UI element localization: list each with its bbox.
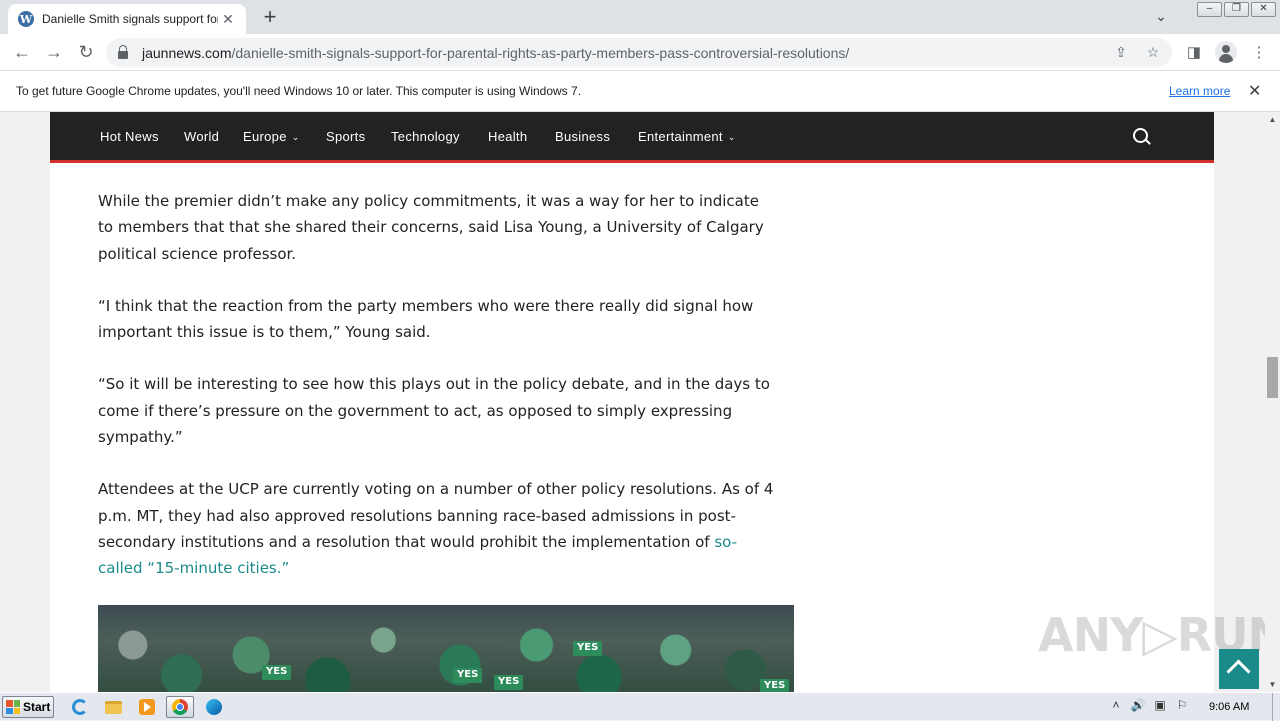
search-icon[interactable] [1133, 128, 1151, 146]
yes-sign: YES [760, 679, 790, 692]
article-paragraph: “I think that the reaction from the part… [98, 296, 754, 342]
yes-sign: YES [573, 641, 603, 656]
windows-logo-icon [6, 700, 20, 714]
article-paragraph: Attendees at the UCP are currently votin… [98, 480, 774, 578]
tab-search-icon[interactable]: ⌄ [1152, 8, 1170, 26]
update-infobar: To get future Google Chrome updates, you… [0, 71, 1280, 112]
tab-strip: W Danielle Smith signals support for 'pa… [0, 0, 1280, 34]
edge-icon[interactable] [200, 696, 228, 718]
nav-technology[interactable]: Technology [391, 129, 460, 144]
nav-entertainment[interactable]: Entertainment ⌄ [638, 129, 736, 144]
action-center-flag-icon[interactable]: ⚐ [1174, 698, 1190, 712]
network-icon[interactable]: ▣ [1152, 698, 1168, 712]
nav-hot-news[interactable]: Hot News [100, 129, 159, 144]
scroll-up-icon[interactable]: ▲ [1265, 112, 1280, 127]
reload-icon[interactable]: ↻ [74, 41, 98, 65]
window-controls: ‒ ❐ ✕ [1195, 2, 1276, 17]
page-container: Hot News World Europe ⌄ Sports Technology… [50, 112, 1214, 692]
start-button[interactable]: Start [2, 696, 54, 718]
yes-sign: YES [262, 665, 292, 680]
learn-more-link[interactable]: Learn more [1169, 84, 1230, 98]
browser-tab[interactable]: W Danielle Smith signals support for 'pa… [8, 4, 246, 34]
back-icon[interactable]: ← [10, 41, 34, 65]
new-tab-button[interactable]: + [258, 6, 282, 30]
wordpress-icon: W [18, 11, 34, 27]
article-paragraph: “So it will be interesting to see how th… [98, 375, 770, 447]
back-to-top-button[interactable] [1219, 649, 1259, 689]
windows-taskbar: Start ˄ 🔊 ▣ ⚐ 9:06 AM [0, 692, 1280, 721]
show-desktop-button[interactable] [1272, 693, 1280, 721]
system-tray: ˄ 🔊 ▣ ⚐ [1108, 698, 1190, 712]
article-paragraph: While the premier didn’t make any policy… [98, 192, 764, 263]
chevron-down-icon: ⌄ [727, 132, 736, 142]
lock-icon[interactable] [118, 44, 128, 59]
scroll-down-icon[interactable]: ▼ [1265, 677, 1280, 692]
file-explorer-icon[interactable] [99, 696, 127, 718]
internet-explorer-icon[interactable] [66, 696, 94, 718]
page-scrollbar[interactable]: ▲ ▼ [1265, 112, 1280, 692]
share-icon[interactable]: ⇪ [1112, 44, 1130, 62]
show-hidden-icons-icon[interactable]: ˄ [1108, 698, 1124, 712]
nav-europe[interactable]: Europe ⌄ [243, 129, 300, 144]
nav-business[interactable]: Business [555, 129, 610, 144]
article-photo: YES YES YES YES YES [98, 605, 794, 692]
nav-world[interactable]: World [184, 129, 219, 144]
tab-title: Danielle Smith signals support for 'pa [42, 12, 218, 26]
bookmark-star-icon[interactable]: ☆ [1144, 44, 1162, 62]
infobar-close-icon[interactable]: ✕ [1248, 81, 1261, 101]
article-body: While the premier didn’t make any policy… [98, 188, 778, 608]
side-panel-icon[interactable]: ◨ [1184, 43, 1204, 63]
nav-sports[interactable]: Sports [326, 129, 365, 144]
chrome-taskbar-icon[interactable] [166, 696, 194, 718]
page-viewport: Hot News World Europe ⌄ Sports Technology… [0, 112, 1265, 692]
media-player-icon[interactable] [133, 696, 161, 718]
infobar-message: To get future Google Chrome updates, you… [16, 84, 582, 98]
close-window-button[interactable]: ✕ [1251, 2, 1276, 17]
forward-icon[interactable]: → [42, 41, 66, 65]
browser-toolbar: ← → ↻ jaunnews.com/danielle-smith-signal… [0, 34, 1280, 71]
nav-health[interactable]: Health [488, 129, 527, 144]
address-bar[interactable]: jaunnews.com/danielle-smith-signals-supp… [106, 38, 1172, 67]
tab-close-icon[interactable]: ✕ [220, 11, 236, 28]
chrome-menu-icon[interactable]: ⋮ [1249, 43, 1269, 63]
volume-icon[interactable]: 🔊 [1130, 698, 1146, 712]
site-navigation: Hot News World Europe ⌄ Sports Technology… [50, 112, 1214, 163]
taskbar-clock[interactable]: 9:06 AM [1209, 701, 1249, 713]
yes-sign: YES [453, 668, 483, 683]
yes-sign: YES [494, 675, 524, 690]
url-text[interactable]: jaunnews.com/danielle-smith-signals-supp… [142, 45, 849, 61]
restore-button[interactable]: ❐ [1224, 2, 1249, 17]
minimize-button[interactable]: ‒ [1197, 2, 1222, 17]
profile-avatar-icon[interactable] [1215, 41, 1237, 63]
chevron-down-icon: ⌄ [291, 132, 300, 142]
scrollbar-thumb[interactable] [1267, 357, 1278, 398]
